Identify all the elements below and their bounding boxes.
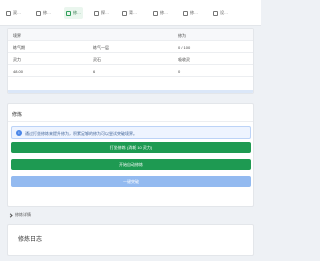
tab-6[interactable]: 修… bbox=[153, 7, 168, 19]
leaf-icon bbox=[66, 10, 71, 16]
tab-label: 修… bbox=[73, 10, 81, 15]
bag-icon bbox=[122, 10, 127, 16]
chevron-right-icon bbox=[8, 212, 13, 218]
stats-row: 48.00 6 0 bbox=[8, 65, 253, 77]
stats-cell: 0 bbox=[178, 69, 181, 74]
notice-text: 通过打坐修炼来提升修为，积累足够的修为可以尝试突破境界。 bbox=[25, 131, 137, 136]
tab-label: 设… bbox=[220, 10, 228, 15]
info-notice: i 通过打坐修炼来提升修为，积累足够的修为可以尝试突破境界。 bbox=[11, 126, 251, 139]
box-icon bbox=[6, 10, 11, 16]
tab-label: 修… bbox=[190, 10, 198, 15]
stats-header-row: 境界 修为 bbox=[8, 29, 253, 41]
tab-settings[interactable]: 设… bbox=[213, 7, 228, 19]
divider bbox=[8, 121, 253, 122]
top-tab-bar: 双… 修… 修… 探… 背… 修… 修… 设… bbox=[0, 0, 261, 26]
tab-2[interactable]: 修… bbox=[36, 7, 51, 19]
tab-7[interactable]: 修… bbox=[183, 7, 198, 19]
stats-header-realm: 境界 bbox=[13, 33, 21, 38]
compass-icon bbox=[94, 10, 99, 16]
stats-card: 境界 修为 练气期 练气一层 0 / 100 灵力 灵石 吸收灵 48.00 6… bbox=[7, 28, 254, 94]
tab-label: 双… bbox=[13, 10, 21, 15]
stats-cell: 吸收灵 bbox=[178, 57, 190, 62]
tab-4[interactable]: 探… bbox=[94, 7, 109, 19]
log-card: 修炼日志 bbox=[7, 224, 254, 256]
log-title: 修炼日志 bbox=[18, 237, 43, 243]
panel-title: 修炼 bbox=[12, 112, 23, 118]
tab-5[interactable]: 背… bbox=[122, 7, 137, 19]
leaf-icon bbox=[183, 10, 188, 16]
tab-cultivation[interactable]: 修… bbox=[64, 7, 83, 19]
details-label: 修炼详情 bbox=[15, 212, 31, 217]
stats-cell: 灵石 bbox=[93, 57, 101, 62]
stats-header-cultivation: 修为 bbox=[178, 33, 186, 38]
tab-label: 探… bbox=[101, 10, 109, 15]
stats-cell: 练气一层 bbox=[93, 45, 109, 50]
auto-cultivate-button[interactable]: 开始自动修炼 bbox=[11, 159, 251, 170]
stats-cell: 48.00 bbox=[13, 69, 24, 74]
stats-row: 练气期 练气一层 0 / 100 bbox=[8, 41, 253, 53]
leaf-icon bbox=[36, 10, 41, 16]
stats-row: 灵力 灵石 吸收灵 bbox=[8, 53, 253, 65]
info-icon: i bbox=[16, 130, 22, 136]
stats-cell: 灵力 bbox=[13, 57, 21, 62]
gear-icon bbox=[213, 10, 218, 16]
stats-cell: 练气期 bbox=[13, 45, 25, 50]
breakthrough-button[interactable]: 一键突破 bbox=[11, 176, 251, 187]
tab-1[interactable]: 双… bbox=[6, 7, 21, 19]
cultivation-panel: 修炼 i 通过打坐修炼来提升修为，积累足够的修为可以尝试突破境界。 打坐修炼 (… bbox=[7, 103, 254, 207]
cultivation-progress-bar bbox=[8, 90, 253, 93]
stats-cell: 6 bbox=[93, 69, 96, 74]
meditate-button[interactable]: 打坐修炼 (消耗 10 灵力) bbox=[11, 142, 251, 153]
tab-label: 修… bbox=[43, 10, 51, 15]
scroll-icon bbox=[153, 10, 158, 16]
details-toggle[interactable]: 修炼详情 bbox=[8, 212, 31, 218]
stats-cell: 0 / 100 bbox=[178, 45, 191, 50]
tab-label: 修… bbox=[160, 10, 168, 15]
tab-label: 背… bbox=[129, 10, 137, 15]
